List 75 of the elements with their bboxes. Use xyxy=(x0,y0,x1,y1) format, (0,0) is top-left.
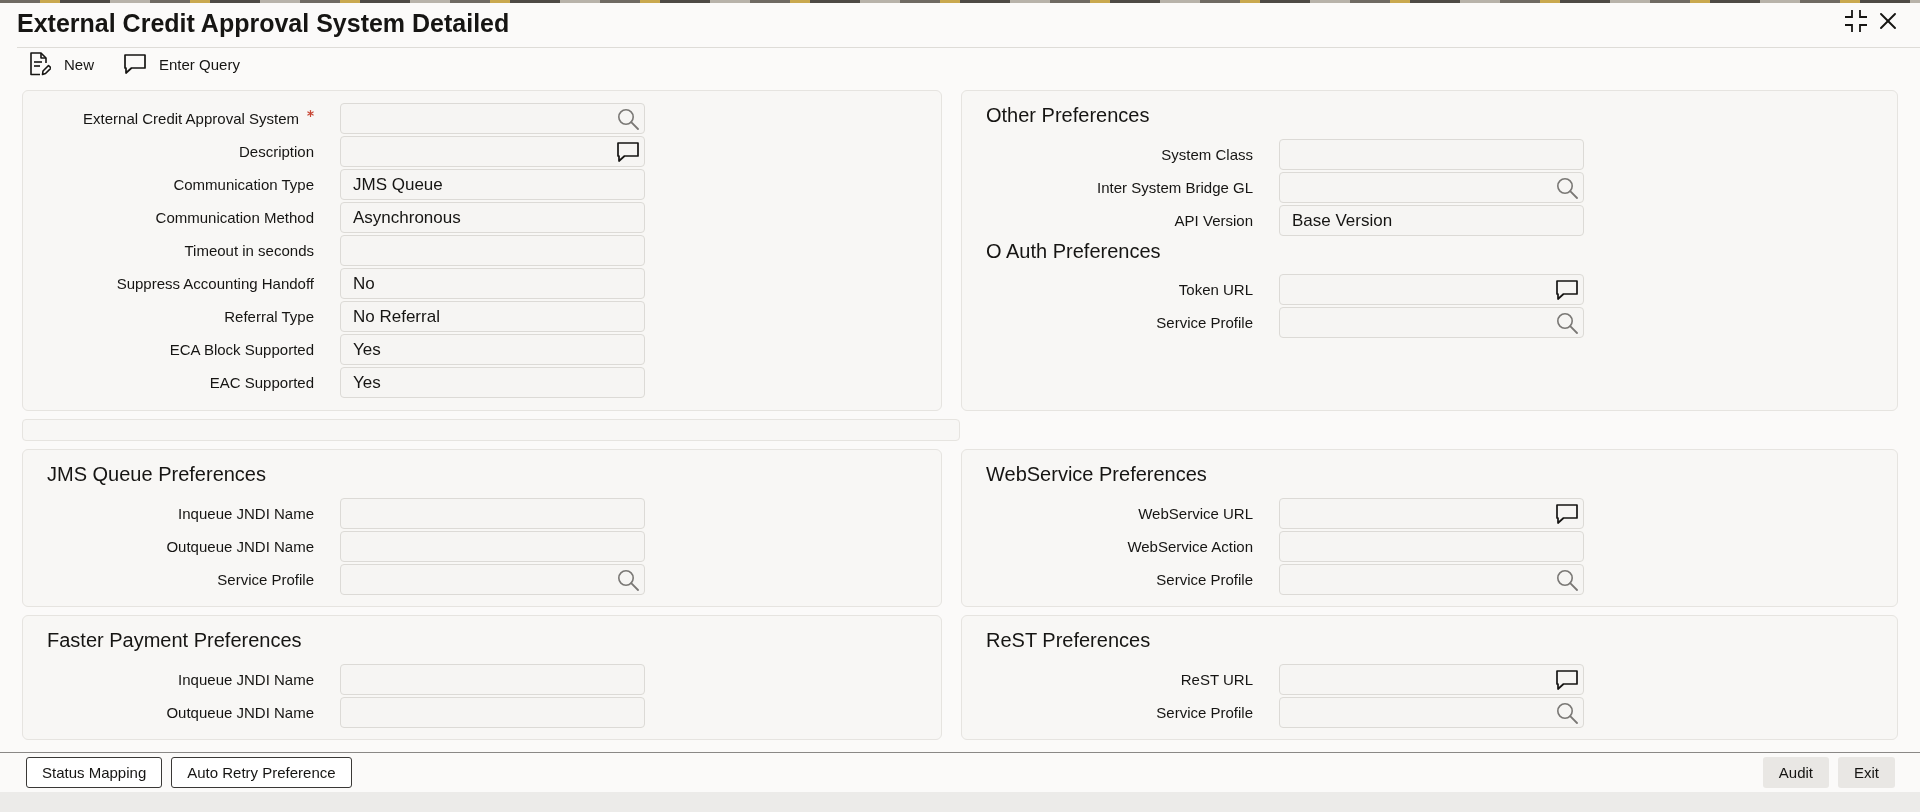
field-label: Service Profile xyxy=(1156,703,1253,722)
enter-query-button[interactable]: Enter Query xyxy=(124,54,240,74)
section-heading: Other Preferences xyxy=(985,103,1151,127)
input-field[interactable] xyxy=(340,136,645,167)
search-icon[interactable] xyxy=(1556,176,1578,199)
field-label: Outqueue JNDI Name xyxy=(166,703,314,722)
input-field[interactable] xyxy=(1279,274,1584,305)
input-field[interactable] xyxy=(1279,664,1584,695)
input-field[interactable]: Yes xyxy=(340,334,645,365)
field-label: Description xyxy=(238,142,314,161)
footer-button[interactable]: Exit xyxy=(1838,757,1895,788)
field-label: ECA Block Supported xyxy=(169,340,314,359)
input-field[interactable]: Asynchronous xyxy=(340,202,645,233)
input-field[interactable] xyxy=(340,531,645,562)
speech-bubble-icon[interactable] xyxy=(617,141,639,162)
field-label: WebService Action xyxy=(1127,537,1253,556)
section-heading: JMS Queue Preferences xyxy=(46,462,267,486)
input-field[interactable] xyxy=(340,697,645,728)
input-field[interactable]: No xyxy=(340,268,645,299)
input-field[interactable] xyxy=(1279,697,1584,728)
field-label: Communication Method xyxy=(155,208,314,227)
input-field[interactable]: Yes xyxy=(340,367,645,398)
field-label: Service Profile xyxy=(1156,570,1253,589)
field-label: Inter System Bridge GL xyxy=(1097,178,1253,197)
field-label: Service Profile xyxy=(217,570,314,589)
collapse-icon[interactable] xyxy=(1844,9,1868,33)
input-field[interactable] xyxy=(1279,307,1584,338)
input-field[interactable] xyxy=(1279,564,1584,595)
input-field[interactable]: No Referral xyxy=(340,301,645,332)
field-label: Referral Type xyxy=(224,307,314,326)
section-heading: O Auth Preferences xyxy=(985,239,1162,263)
input-field[interactable] xyxy=(340,664,645,695)
field-label: Token URL xyxy=(1178,280,1253,299)
search-icon[interactable] xyxy=(1556,568,1578,591)
speech-bubble-icon[interactable] xyxy=(1556,279,1578,300)
close-icon[interactable] xyxy=(1880,13,1896,29)
speech-bubble-icon[interactable] xyxy=(124,54,146,74)
field-label: Inqueue JNDI Name xyxy=(178,670,314,689)
field-label: WebService URL xyxy=(1138,504,1253,523)
input-field[interactable] xyxy=(340,235,645,266)
input-field[interactable] xyxy=(1279,172,1584,203)
speech-bubble-icon[interactable] xyxy=(1556,503,1578,524)
search-icon[interactable] xyxy=(1556,701,1578,724)
field-label: System Class xyxy=(1161,145,1253,164)
footer-button[interactable]: Status Mapping xyxy=(26,757,163,788)
section-heading: ReST Preferences xyxy=(985,628,1152,652)
field-label: Communication Type xyxy=(173,175,314,194)
field-label: Inqueue JNDI Name xyxy=(178,504,314,523)
input-field[interactable] xyxy=(340,498,645,529)
field-label: Suppress Accounting Handoff xyxy=(116,274,314,293)
input-field[interactable]: JMS Queue xyxy=(340,169,645,200)
document-pencil-icon xyxy=(29,52,51,76)
input-field[interactable] xyxy=(1279,498,1584,529)
window-title: External Credit Approval System Detailed xyxy=(17,8,510,38)
footer-button[interactable]: Auto Retry Preference xyxy=(171,757,352,788)
input-field[interactable]: Base Version xyxy=(1279,205,1584,236)
footer-button[interactable]: Audit xyxy=(1762,757,1829,788)
input-field[interactable] xyxy=(340,103,645,134)
field-label: Service Profile xyxy=(1156,313,1253,332)
input-field[interactable] xyxy=(340,564,645,595)
field-label: API Version xyxy=(1174,211,1253,230)
field-label: ReST URL xyxy=(1180,670,1253,689)
input-field[interactable] xyxy=(1279,531,1584,562)
section-heading: Faster Payment Preferences xyxy=(46,628,303,652)
field-label: Timeout in seconds xyxy=(184,241,314,260)
speech-bubble-icon[interactable] xyxy=(1556,669,1578,690)
input-field[interactable] xyxy=(1279,139,1584,170)
field-label: Outqueue JNDI Name xyxy=(166,537,314,556)
search-icon[interactable] xyxy=(617,568,639,591)
section-heading: WebService Preferences xyxy=(985,462,1208,486)
search-icon[interactable] xyxy=(1556,311,1578,334)
field-label: EAC Supported xyxy=(209,373,314,392)
field-label: External Credit Approval System xyxy=(83,109,299,128)
search-icon[interactable] xyxy=(617,107,639,130)
new-button[interactable]: New xyxy=(29,52,94,76)
